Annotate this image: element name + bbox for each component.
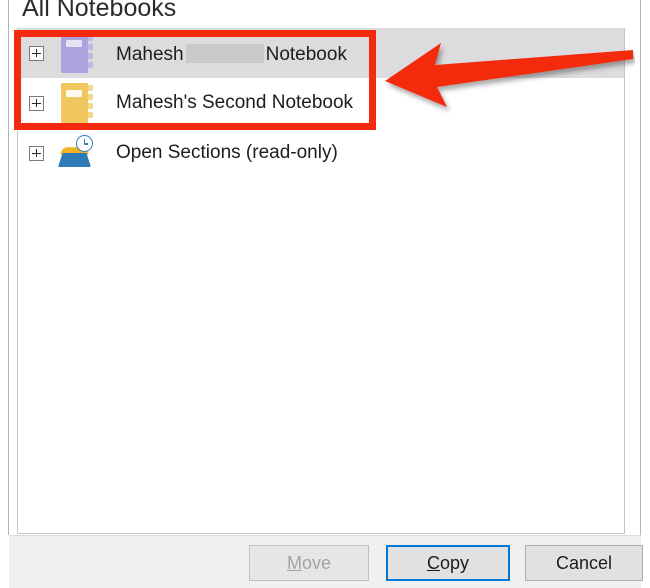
move-button-accel: M	[286, 552, 302, 573]
list-item[interactable]: Mahesh's Second Notebook	[18, 78, 624, 128]
list-item[interactable]: Open Sections (read-only)	[18, 128, 624, 178]
notebook-list[interactable]: Mahesh Notebook Mahesh's Second Notebook	[17, 28, 625, 534]
redaction-block	[185, 43, 264, 63]
page-title: All Notebooks	[22, 0, 177, 22]
notebook-yellow-icon	[56, 80, 102, 126]
copy-button[interactable]: Copy	[386, 545, 510, 581]
copy-button-label: opy	[439, 552, 470, 573]
list-item-label-prefix: Mahesh	[116, 43, 184, 65]
dialog-left-edge	[8, 0, 9, 535]
plus-expander-icon[interactable]	[29, 95, 44, 111]
move-button[interactable]: Move	[249, 545, 369, 581]
list-item-label: Mahesh's Second Notebook	[116, 92, 354, 113]
copy-button-accel: C	[426, 552, 440, 573]
list-item-label-suffix: Notebook	[265, 43, 347, 65]
list-item-label: Mahesh Notebook	[116, 41, 347, 66]
move-or-copy-dialog: All Notebooks Mahesh Notebook Mahesh's S…	[0, 0, 649, 588]
plus-expander-icon[interactable]	[29, 145, 44, 161]
clock-icon	[76, 135, 93, 152]
plus-expander-icon[interactable]	[29, 45, 44, 61]
cancel-button[interactable]: Cancel	[525, 545, 643, 581]
open-sections-clock-icon	[56, 130, 102, 176]
dialog-footer: Move Copy Cancel	[9, 535, 643, 588]
screenshot-root: All Notebooks Mahesh Notebook Mahesh's S…	[0, 0, 650, 588]
move-button-label: ove	[301, 552, 332, 573]
list-item[interactable]: Mahesh Notebook	[18, 28, 624, 78]
list-item-label: Open Sections (read-only)	[116, 142, 338, 163]
notebook-purple-icon	[56, 30, 102, 76]
cancel-button-label: Cancel	[555, 552, 613, 573]
dialog-right-edge	[640, 0, 641, 588]
